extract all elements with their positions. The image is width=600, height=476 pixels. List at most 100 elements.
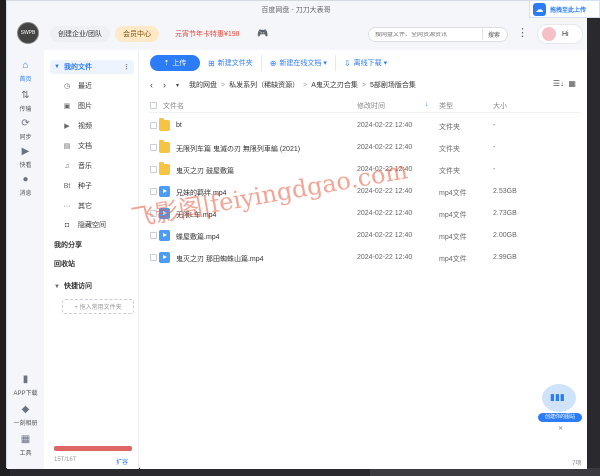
table-row[interactable]: 鬼灭之刃 那田蜘蛛山篇.mp4 2024-02-22 12:40 mp4文件 2.99… [150, 248, 580, 269]
file-modified: 2024-02-22 12:40 [357, 210, 413, 217]
sidebar-item-videos[interactable]: ▶ 视频 [62, 120, 92, 132]
row-checkbox[interactable] [150, 166, 157, 173]
video-file-icon [159, 208, 170, 219]
file-name[interactable]: bt [176, 122, 182, 129]
breadcrumb-item[interactable]: A鬼灭之刃合集 [311, 80, 358, 90]
album-icon: ◆ [21, 404, 30, 415]
sidebar-item-other[interactable]: ··· 其它 [62, 200, 93, 212]
row-checkbox[interactable] [150, 210, 157, 217]
row-checkbox[interactable] [150, 188, 157, 195]
rail-item-transfer[interactable]: ⇅ 传输 [7, 90, 44, 113]
sidebar-item-images[interactable]: ▣ 图片 [62, 100, 92, 112]
rail-item-app-download[interactable]: ▮ APP下载 [7, 374, 44, 397]
quick-access-drop-zone[interactable]: + 拖入常用文件夹 [62, 299, 134, 314]
table-row[interactable]: 蝶屋敷篇.mp4 2024-02-22 12:40 mp4文件 2.00GB [150, 226, 580, 247]
item-count: 7项 [572, 461, 582, 467]
create-site-promo[interactable]: ▮▮▮ 创建你的图站 ✕ [538, 384, 582, 432]
view-toggle-icons[interactable]: ☰↓ ▦ [553, 79, 576, 88]
rail-item-home[interactable]: ⌂ 首页 [7, 60, 44, 83]
sidebar-item-music[interactable]: ♫ 音乐 [62, 160, 92, 172]
table-row[interactable]: 鬼灭之刃 鼓屋敷篇 2024-02-22 12:40 文件夹 - [150, 160, 580, 181]
more-menu-icon[interactable]: ⋮ [517, 28, 528, 39]
sidebar-item-share[interactable]: 我的分享 [54, 240, 82, 250]
rail-item-sync[interactable]: ⟳ 同步 [7, 118, 44, 141]
create-team-button[interactable]: 创建企业/团队 [50, 26, 110, 42]
upload-button[interactable]: ⇡ 上传 [150, 55, 200, 71]
sidebar-my-files[interactable]: ▼ 我的文件 ⋮ [50, 60, 134, 74]
column-type[interactable]: 类型 [439, 101, 453, 111]
file-size: - [493, 166, 496, 173]
caret-down-icon: ▼ [54, 64, 60, 70]
document-icon: ▤ [63, 143, 71, 150]
history-dropdown-icon[interactable]: ▾ [176, 82, 179, 89]
row-checkbox[interactable] [150, 122, 157, 129]
sidebar-quick-access[interactable]: ▼ 快捷访问 [54, 281, 92, 291]
file-modified: 2024-02-22 12:40 [357, 188, 413, 195]
file-type: mp4文件 [439, 212, 467, 219]
member-center-button[interactable]: 会员中心 [115, 26, 159, 42]
sidebar-item-torrents[interactable]: Bt 种子 [62, 180, 92, 192]
folder-icon [159, 140, 170, 153]
file-name[interactable]: 无限列车篇 鬼滅の刃 無限列車編 (2021) [176, 144, 300, 154]
table-row[interactable]: bt 2024-02-22 12:40 文件夹 - [150, 116, 580, 137]
breadcrumb-item[interactable]: 私发系列（稀缺资源） [229, 80, 299, 90]
table-row[interactable]: 无限L车.mp4 2024-02-22 12:40 mp4文件 2.73GB [150, 204, 580, 225]
gamepad-icon[interactable]: 🎮 [257, 29, 269, 38]
file-size: 2.53GB [493, 188, 517, 195]
new-folder-button[interactable]: ⊞ 新建文件夹 [208, 55, 262, 71]
table-row[interactable]: 无限列车篇 鬼滅の刃 無限列車編 (2021) 2024-02-22 12:40 文… [150, 138, 580, 159]
file-name[interactable]: 兄妹的羁绊.mp4 [176, 188, 227, 198]
doc-plus-icon: ⊕ [269, 58, 277, 68]
back-icon[interactable]: ‹ [150, 80, 153, 90]
column-modified[interactable]: 修改时间 [357, 101, 385, 111]
rail-item-album[interactable]: ◆ 一刻相册 [7, 404, 44, 427]
torrent-icon: Bt [63, 182, 71, 190]
file-type: 文件夹 [439, 146, 460, 153]
table-row[interactable]: 兄妹的羁绊.mp4 2024-02-22 12:40 mp4文件 2.53GB [150, 182, 580, 203]
sidebar-item-documents[interactable]: ▤ 文档 [62, 140, 92, 152]
close-icon[interactable]: ✕ [558, 425, 563, 432]
sidebar-item-recycle[interactable]: 回收站 [54, 259, 75, 269]
video-file-icon [159, 252, 170, 263]
breadcrumb: ‹ › ▾ 我的网盘 > 私发系列（稀缺资源） > A鬼灭之刃合集 > 5部剧场… [150, 79, 580, 91]
user-menu[interactable]: Hi [537, 24, 583, 44]
breadcrumb-separator: > [221, 81, 226, 89]
breadcrumb-separator: > [303, 81, 308, 89]
file-name[interactable]: 无限L车.mp4 [176, 210, 216, 220]
sort-down-icon[interactable]: ↓ [425, 101, 429, 108]
column-size[interactable]: 大小 [493, 101, 507, 111]
row-checkbox[interactable] [150, 254, 157, 261]
transfer-icon: ⇅ [21, 90, 30, 101]
row-checkbox[interactable] [150, 144, 157, 151]
sidebar-item-hidden-space[interactable]: ◘ 隐藏空间 [62, 219, 106, 231]
column-name[interactable]: 文件名 [163, 101, 184, 111]
more-icon[interactable]: ⋮ [123, 63, 130, 71]
file-name[interactable]: 蝶屋敷篇.mp4 [176, 232, 220, 242]
app-logo[interactable]: SWPB [17, 22, 39, 44]
new-doc-button[interactable]: ⊕ 新建在线文档 ▾ [270, 55, 336, 71]
rail-item-quickview[interactable]: ▶ 快看 [7, 146, 44, 169]
file-name[interactable]: 鬼灭之刃 那田蜘蛛山篇.mp4 [176, 254, 264, 264]
file-modified: 2024-02-22 12:40 [357, 166, 413, 173]
expand-storage-link[interactable]: 扩容 [116, 457, 128, 466]
forward-icon[interactable]: › [163, 80, 166, 90]
home-icon: ⌂ [22, 60, 29, 71]
select-all-checkbox[interactable] [150, 102, 157, 109]
rail-item-label: APP下载 [13, 391, 38, 397]
file-name[interactable]: 鬼灭之刃 鼓屋敷篇 [176, 166, 234, 176]
row-checkbox[interactable] [150, 232, 157, 239]
promo-link[interactable]: 元宵节年卡特惠¥198 [167, 26, 248, 42]
breadcrumb-item[interactable]: 我的网盘 [189, 80, 217, 90]
drag-upload-widget[interactable]: ☁ 拖拽至此上传 [529, 0, 600, 18]
main-panel: ⇡ 上传 ⊞ 新建文件夹 ⊕ 新建在线文档 ▾ ⇩ 离线下载 ▾ ‹ › ▾ 我的网盘 > … [140, 50, 587, 469]
search-button[interactable]: 搜索 [481, 29, 505, 40]
search-input[interactable] [375, 31, 485, 38]
folder-icon [159, 162, 170, 175]
rail-item-label: 一刻相册 [13, 421, 38, 427]
phone-icon: ▮ [22, 374, 29, 385]
table-header: 文件名 修改时间 ↓ 类型 大小 [150, 99, 580, 113]
offline-download-button[interactable]: ⇩ 离线下载 ▾ [344, 55, 395, 71]
rail-item-messages[interactable]: ● 消息 [7, 174, 44, 197]
rail-item-tools[interactable]: ▦ 工具 [7, 434, 44, 457]
sidebar-item-recent[interactable]: ◷ 最近 [62, 80, 92, 92]
